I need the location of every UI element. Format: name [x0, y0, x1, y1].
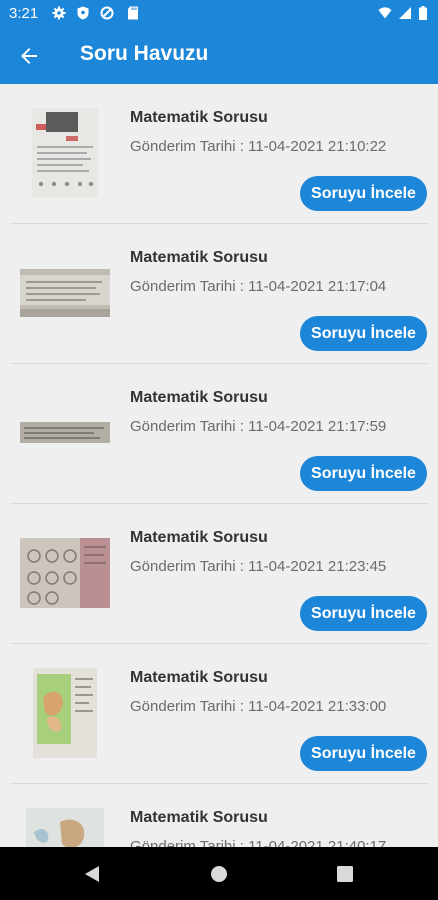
question-title: Matematik Sorusu: [130, 669, 268, 686]
review-question-button[interactable]: Soruyu İncele: [300, 596, 427, 631]
question-photo-image: [26, 808, 104, 847]
question-thumbnail[interactable]: [20, 538, 110, 608]
sd-card-icon: [128, 6, 138, 20]
question-date: Gönderim Tarihi : 11-04-2021 21:10:22: [130, 138, 387, 155]
list-item: Matematik Sorusu Gönderim Tarihi : 11-04…: [0, 224, 438, 364]
data-saver-icon: [100, 6, 114, 20]
list-item: Matematik Sorusu Gönderim Tarihi : 11-04…: [0, 644, 438, 784]
status-bar: 3:21: [0, 0, 438, 28]
recents-square-icon[interactable]: [337, 866, 353, 882]
shield-icon: [77, 6, 89, 20]
question-date: Gönderim Tarihi : 11-04-2021 21:17:59: [130, 418, 387, 435]
question-photo-image: [33, 668, 97, 758]
question-title: Matematik Sorusu: [130, 249, 268, 266]
question-thumbnail[interactable]: [26, 808, 104, 847]
question-date: Gönderim Tarihi : 11-04-2021 21:40:17: [130, 838, 387, 847]
signal-icon: [399, 7, 411, 19]
question-date: Gönderim Tarihi : 11-04-2021 21:23:45: [130, 558, 387, 575]
question-photo-image: [20, 269, 110, 317]
arrow-left-icon[interactable]: [16, 44, 42, 68]
app-bar: Soru Havuzu: [0, 28, 438, 84]
gear-icon: [52, 6, 66, 20]
question-title: Matematik Sorusu: [130, 529, 268, 546]
review-question-button[interactable]: Soruyu İncele: [300, 176, 427, 211]
list-item: Matematik Sorusu Gönderim Tarihi : 11-04…: [0, 84, 438, 224]
back-triangle-icon[interactable]: [84, 865, 100, 883]
question-thumbnail[interactable]: [33, 668, 97, 758]
question-title: Matematik Sorusu: [130, 109, 268, 126]
question-date: Gönderim Tarihi : 11-04-2021 21:33:00: [130, 698, 387, 715]
question-title: Matematik Sorusu: [130, 389, 268, 406]
question-date: Gönderim Tarihi : 11-04-2021 21:17:04: [130, 278, 387, 295]
list-item: Matematik Sorusu Gönderim Tarihi : 11-04…: [0, 504, 438, 644]
status-time: 3:21: [9, 5, 39, 22]
question-thumbnail[interactable]: [32, 108, 98, 198]
question-photo-image: [20, 538, 110, 608]
page-title: Soru Havuzu: [80, 42, 209, 65]
question-list[interactable]: Matematik Sorusu Gönderim Tarihi : 11-04…: [0, 84, 438, 847]
question-photo-image: [20, 422, 110, 443]
review-question-button[interactable]: Soruyu İncele: [300, 316, 427, 351]
question-photo-image: [32, 108, 98, 198]
list-item: Matematik Sorusu Gönderim Tarihi : 11-04…: [0, 364, 438, 504]
question-title: Matematik Sorusu: [130, 809, 268, 826]
home-circle-icon[interactable]: [210, 865, 228, 883]
question-thumbnail[interactable]: [20, 269, 110, 317]
battery-icon: [419, 6, 427, 20]
question-thumbnail[interactable]: [20, 422, 110, 443]
review-question-button[interactable]: Soruyu İncele: [300, 736, 427, 771]
system-nav-bar: [0, 847, 438, 900]
review-question-button[interactable]: Soruyu İncele: [300, 456, 427, 491]
list-item: Matematik Sorusu Gönderim Tarihi : 11-04…: [0, 784, 438, 847]
wifi-icon: [378, 7, 392, 19]
